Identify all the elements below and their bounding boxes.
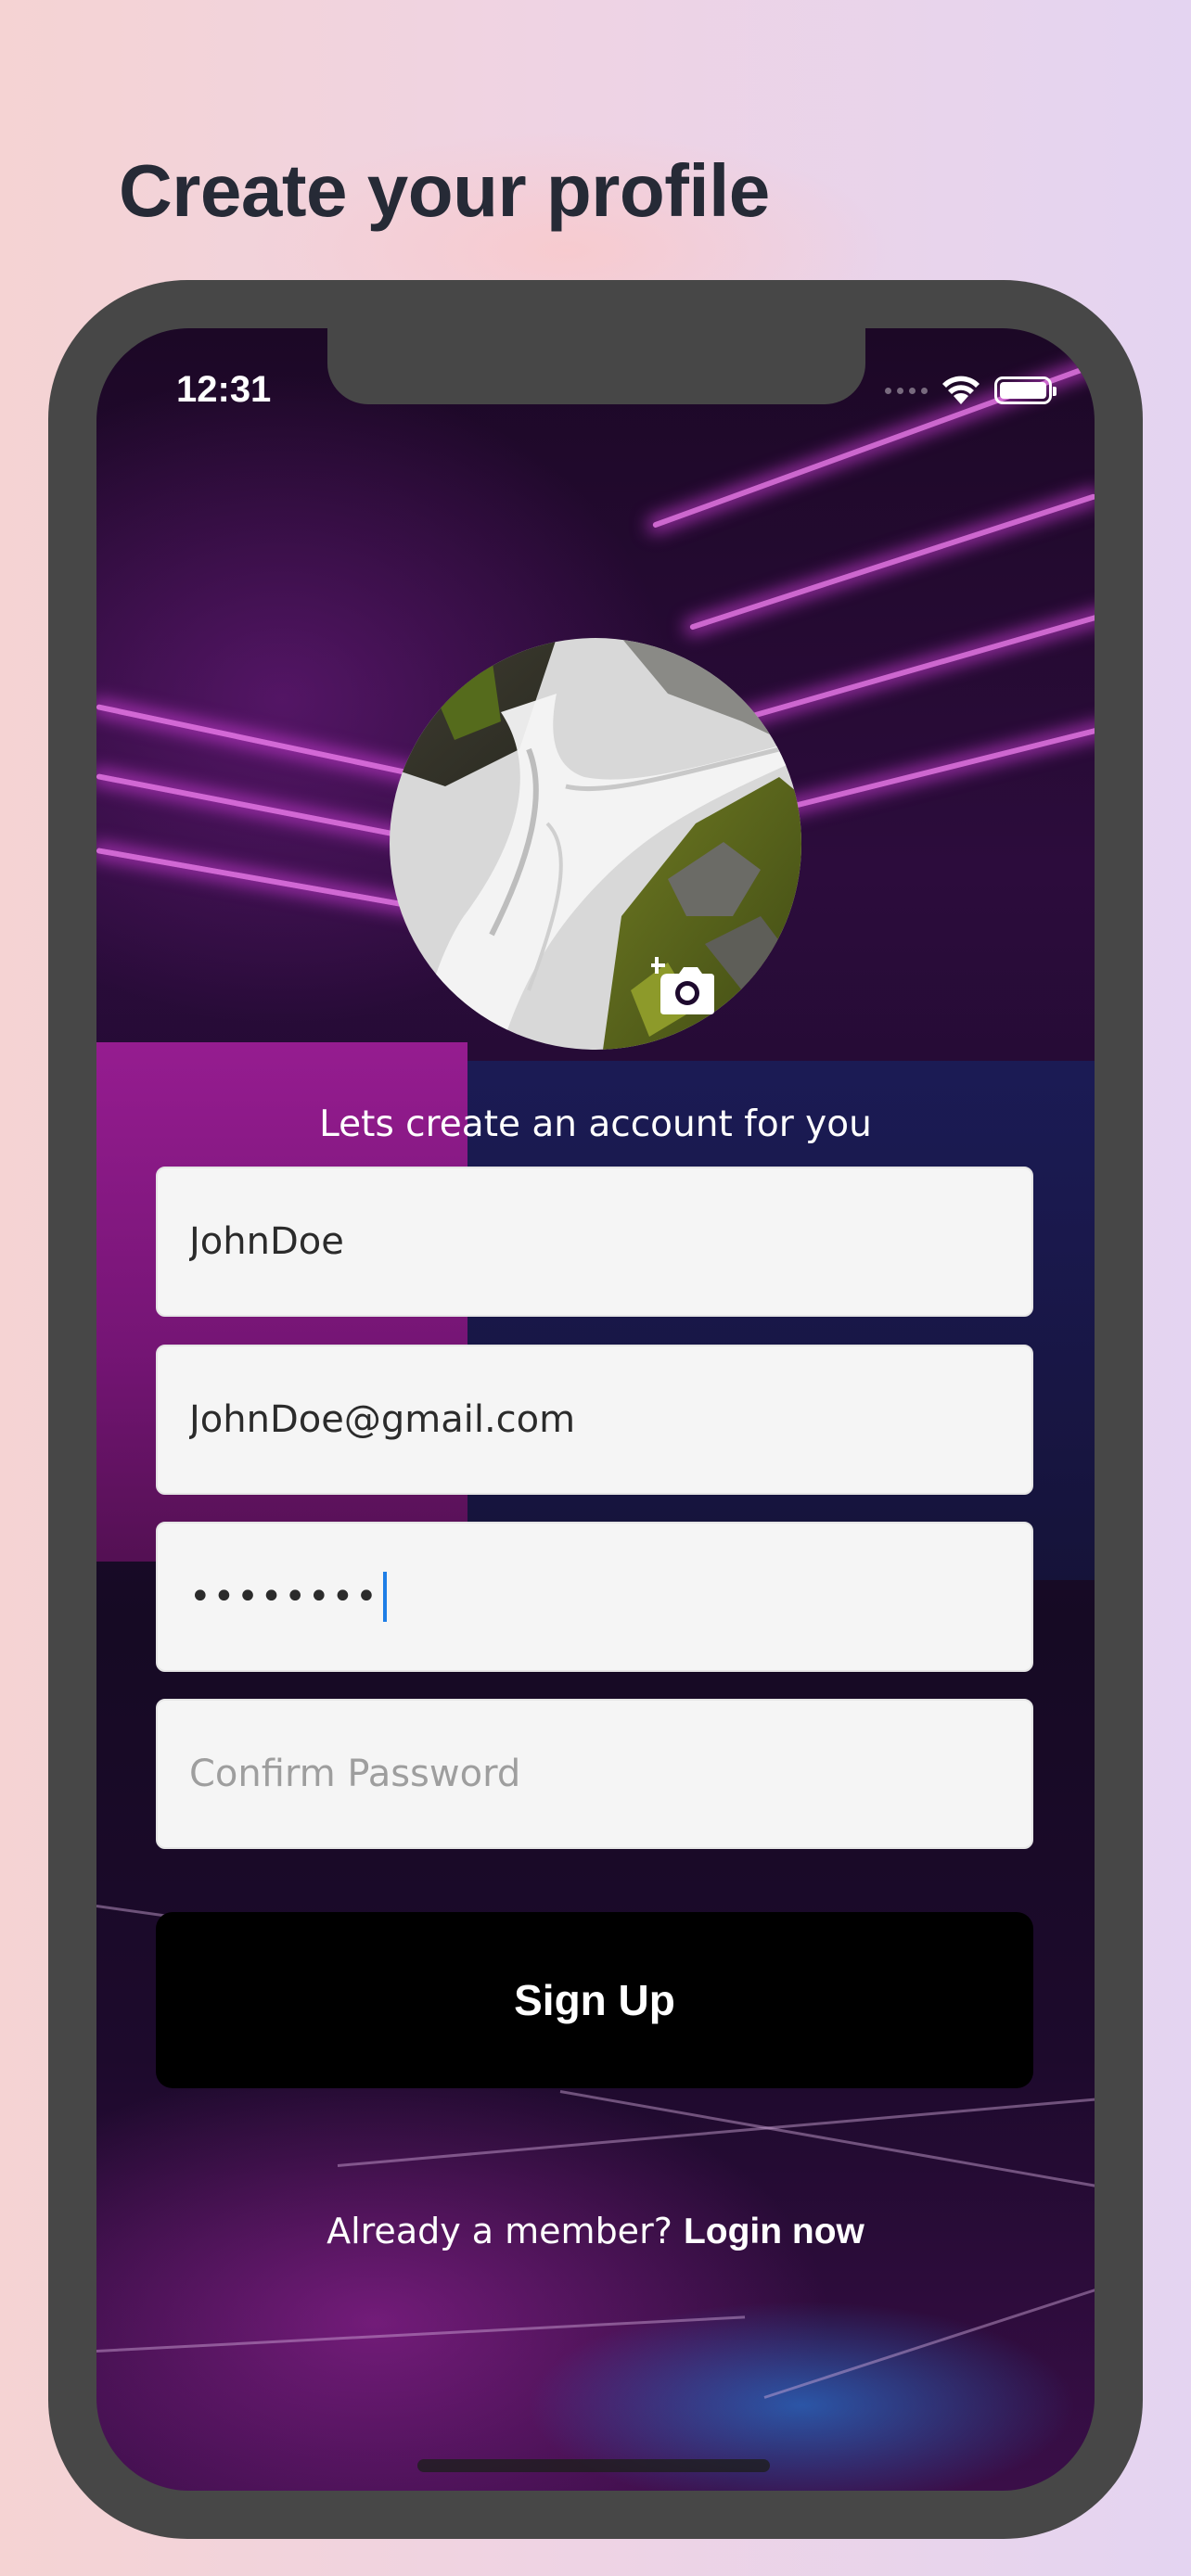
confirm-password-field[interactable] [156,1699,1033,1849]
password-field[interactable]: •••••••• [156,1522,1033,1672]
battery-icon [994,376,1057,404]
username-field[interactable] [156,1167,1033,1317]
page-heading: Create your profile [119,149,770,232]
login-now-link[interactable]: Login now [684,2212,864,2251]
home-indicator[interactable] [417,2459,770,2472]
password-input[interactable]: •••••••• [189,1524,387,1670]
wifi-icon [942,376,980,404]
neon-light [763,725,1095,816]
neon-light [689,492,1095,631]
username-input[interactable] [158,1168,1031,1315]
status-time: 12:31 [176,369,272,410]
floor-line [763,2287,1095,2399]
add-photo-button[interactable] [648,957,716,1016]
phone-frame: 12:31 Lets create an account for you Joh… [48,280,1143,2539]
add-photo-icon [648,957,714,1014]
app-screen: 12:31 Lets create an account for you Joh… [96,328,1095,2491]
password-masked-value: •••••••• [189,1575,379,1618]
device-notch [327,328,865,404]
form-subtitle: Lets create an account for you [319,1103,872,1145]
confirm-password-input[interactable] [158,1701,1031,1847]
login-prompt-text: Already a member? [327,2211,684,2251]
floor-line [96,2315,746,2353]
signal-icon [885,387,928,394]
email-field[interactable] [156,1345,1033,1495]
profile-avatar[interactable] [390,638,801,1050]
text-cursor [382,1572,387,1622]
neon-light [736,610,1095,723]
login-prompt: Already a member? Login now [96,2211,1095,2252]
email-input[interactable] [158,1346,1031,1493]
sign-up-button[interactable]: Sign Up [156,1912,1033,2088]
status-icons [885,375,1057,406]
waterfall-photo [390,638,801,1050]
floor-line [337,2098,1095,2167]
